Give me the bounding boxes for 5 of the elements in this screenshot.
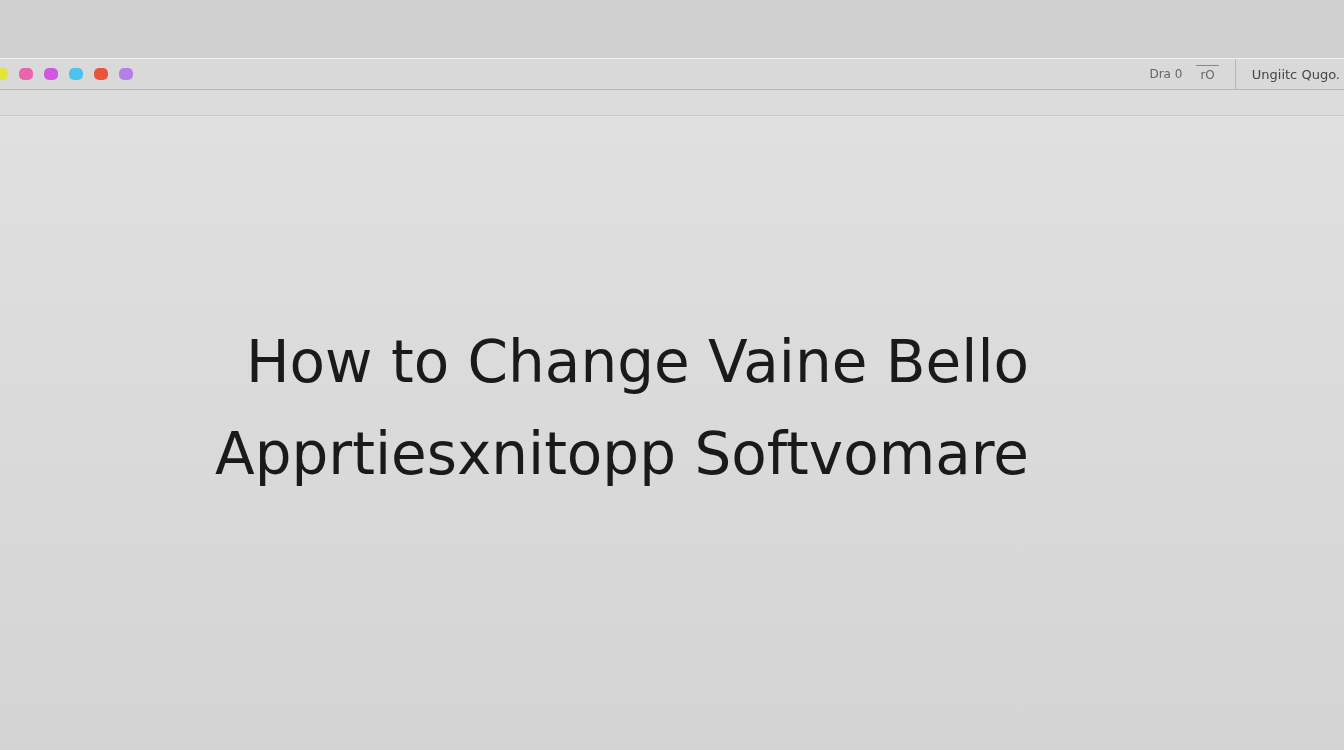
heading-line: Apprtiesxnitopp Softvomare [215, 422, 1029, 487]
heading-line: How to Change Vaine Bello [245, 331, 1029, 395]
toolbar-label: Ungiitc Qugo. [1251, 66, 1340, 82]
toolbar-button[interactable]: Dra 0 [1145, 65, 1187, 83]
toolbar-button[interactable]: rO [1196, 64, 1219, 84]
